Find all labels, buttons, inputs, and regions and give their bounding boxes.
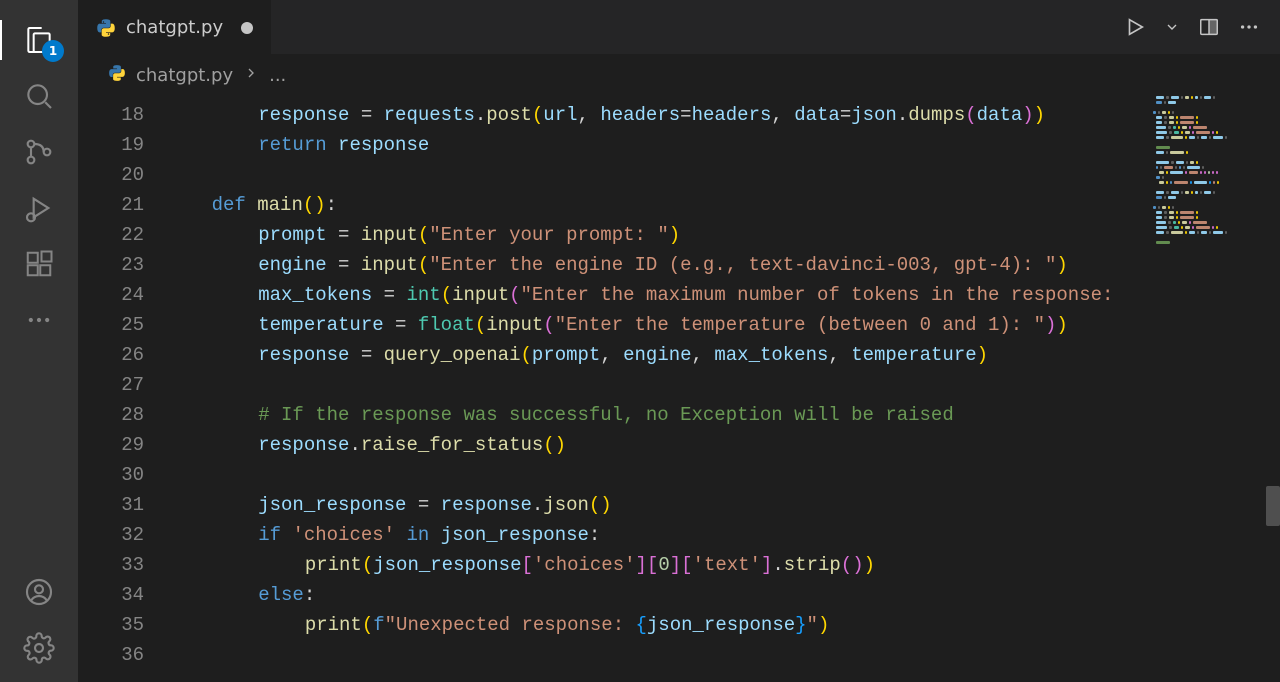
code-line[interactable]: response.raise_for_status() xyxy=(166,430,1280,460)
line-number: 33 xyxy=(78,550,144,580)
code-line[interactable]: temperature = float(input("Enter the tem… xyxy=(166,310,1280,340)
code-line[interactable]: engine = input("Enter the engine ID (e.g… xyxy=(166,250,1280,280)
chevron-right-icon xyxy=(243,65,259,86)
line-number: 30 xyxy=(78,460,144,490)
code-line[interactable]: print(f"Unexpected response: {json_respo… xyxy=(166,610,1280,640)
code-line[interactable] xyxy=(166,370,1280,400)
code-line[interactable]: def main(): xyxy=(166,190,1280,220)
code-line[interactable] xyxy=(166,460,1280,490)
run-dropdown-icon[interactable] xyxy=(1164,19,1180,35)
line-number-gutter: 18192021222324252627282930313233343536 xyxy=(78,96,166,682)
search-icon[interactable] xyxy=(0,68,78,124)
line-number: 21 xyxy=(78,190,144,220)
minimap[interactable] xyxy=(1146,96,1276,256)
more-actions-icon[interactable] xyxy=(1238,16,1260,38)
breadcrumb-more: ... xyxy=(269,65,286,86)
activity-bar: 1 xyxy=(0,0,78,682)
editor-actions xyxy=(1124,0,1280,54)
line-number: 24 xyxy=(78,280,144,310)
code-line[interactable] xyxy=(166,160,1280,190)
line-number: 35 xyxy=(78,610,144,640)
line-number: 20 xyxy=(78,160,144,190)
line-number: 23 xyxy=(78,250,144,280)
code-line[interactable]: response = query_openai(prompt, engine, … xyxy=(166,340,1280,370)
explorer-icon[interactable]: 1 xyxy=(0,12,78,68)
run-button[interactable] xyxy=(1124,16,1146,38)
code-line[interactable]: json_response = response.json() xyxy=(166,490,1280,520)
source-control-icon[interactable] xyxy=(0,124,78,180)
editor-area[interactable]: 18192021222324252627282930313233343536 r… xyxy=(78,96,1280,682)
scroll-knob[interactable] xyxy=(1266,486,1280,526)
breadcrumb-filename: chatgpt.py xyxy=(136,65,233,86)
code-line[interactable]: if 'choices' in json_response: xyxy=(166,520,1280,550)
code-line[interactable]: else: xyxy=(166,580,1280,610)
more-icon[interactable] xyxy=(0,292,78,348)
line-number: 27 xyxy=(78,370,144,400)
line-number: 26 xyxy=(78,340,144,370)
code-content[interactable]: response = requests.post(url, headers=he… xyxy=(166,100,1280,670)
breadcrumb[interactable]: chatgpt.py ... xyxy=(78,54,1280,96)
line-number: 25 xyxy=(78,310,144,340)
code-line[interactable]: max_tokens = int(input("Enter the maximu… xyxy=(166,280,1280,310)
line-number: 32 xyxy=(78,520,144,550)
tab-chatgpt-py[interactable]: chatgpt.py xyxy=(78,0,271,54)
run-debug-icon[interactable] xyxy=(0,180,78,236)
explorer-badge: 1 xyxy=(42,40,64,62)
code-line[interactable]: return response xyxy=(166,130,1280,160)
extensions-icon[interactable] xyxy=(0,236,78,292)
line-number: 22 xyxy=(78,220,144,250)
line-number: 18 xyxy=(78,100,144,130)
dirty-indicator-icon xyxy=(241,22,253,34)
tab-filename: chatgpt.py xyxy=(126,17,223,38)
python-file-icon xyxy=(108,64,126,87)
tab-bar: chatgpt.py xyxy=(78,0,1280,54)
settings-gear-icon[interactable] xyxy=(0,620,78,676)
line-number: 34 xyxy=(78,580,144,610)
line-number: 31 xyxy=(78,490,144,520)
line-number: 36 xyxy=(78,640,144,670)
code-line[interactable] xyxy=(166,640,1280,670)
line-number: 28 xyxy=(78,400,144,430)
accounts-icon[interactable] xyxy=(0,564,78,620)
code-line[interactable]: prompt = input("Enter your prompt: ") xyxy=(166,220,1280,250)
line-number: 29 xyxy=(78,430,144,460)
scrollbar[interactable] xyxy=(1266,96,1280,682)
line-number: 19 xyxy=(78,130,144,160)
code-line[interactable]: print(json_response['choices'][0]['text'… xyxy=(166,550,1280,580)
python-file-icon xyxy=(96,18,116,38)
code-line[interactable]: response = requests.post(url, headers=he… xyxy=(166,100,1280,130)
split-editor-icon[interactable] xyxy=(1198,16,1220,38)
code-line[interactable]: # If the response was successful, no Exc… xyxy=(166,400,1280,430)
